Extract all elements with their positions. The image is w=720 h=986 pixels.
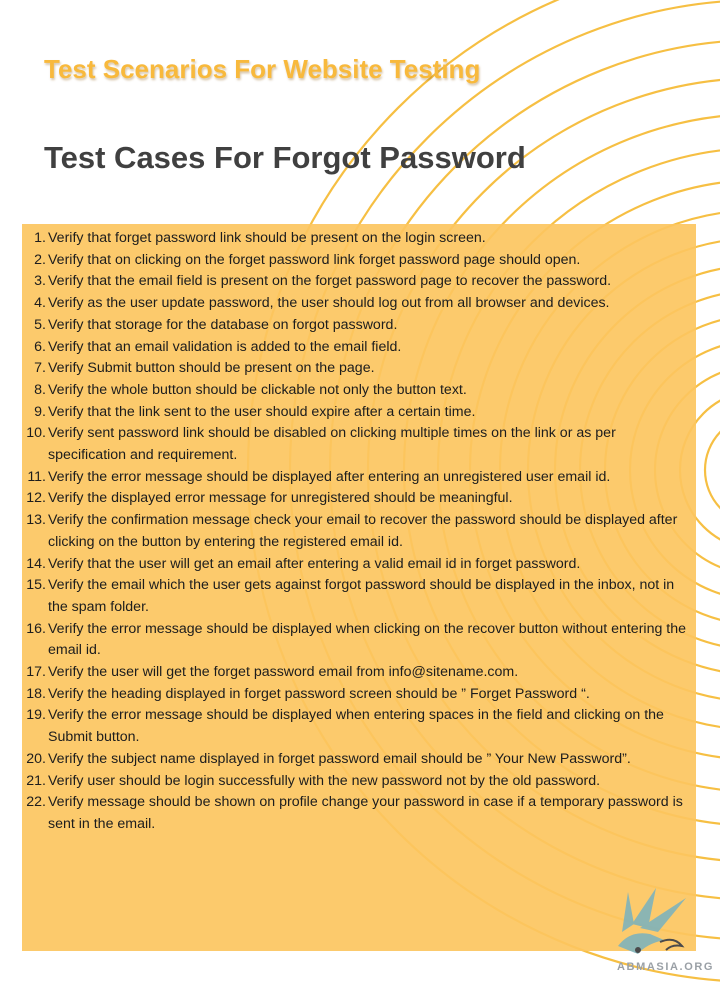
test-case-text: Verify that the email field is present o… (48, 273, 612, 290)
section-kicker: Test Scenarios For Website Testing (44, 54, 481, 84)
page-title: Test Cases For Forgot Password (44, 140, 526, 175)
test-case-item: 10. Verify sent password link should be d… (22, 423, 696, 466)
test-case-text: Verify that forget password link should … (48, 230, 486, 246)
test-case-item: 14. Verify that the user will get an emai… (22, 554, 696, 576)
test-case-item: 3. Verify that the email field is present… (22, 271, 696, 293)
test-case-text: Verify the email which the user gets aga… (48, 577, 675, 615)
test-case-text: Verify message should be shown on profil… (48, 794, 683, 832)
test-case-text: Verify as the user update password, the … (48, 295, 610, 312)
test-case-list: 1. Verify that forget password link shoul… (22, 228, 696, 836)
test-case-item: 17. Verify the user will get the forget p… (22, 662, 696, 684)
test-case-number: 12. (26, 490, 46, 507)
test-case-number: 3. (34, 273, 46, 290)
bird-logo-icon (618, 888, 686, 954)
test-case-item: 19. Verify the error message should be di… (22, 705, 696, 748)
test-case-number: 6. (34, 338, 46, 355)
test-case-item: 1. Verify that forget password link shoul… (22, 228, 696, 250)
test-case-number: 1. (34, 230, 46, 246)
test-case-number: 2. (34, 251, 46, 268)
test-case-number: 9. (34, 403, 46, 420)
test-case-item: 21. Verify user should be login successfu… (22, 771, 696, 793)
test-case-item: 8. Verify the whole button should be clic… (22, 380, 696, 402)
test-case-text: Verify the error message should be displ… (48, 620, 687, 659)
test-case-item: 2. Verify that on clicking on the forget … (22, 250, 696, 272)
test-case-number: 15. (26, 577, 46, 594)
test-case-number: 10. (26, 425, 46, 442)
test-case-number: 18. (26, 685, 46, 702)
test-case-text: Verify the user will get the forget pass… (48, 664, 519, 681)
test-case-text: Verify that the link sent to the user sh… (48, 403, 476, 420)
test-case-item: 18. Verify the heading displayed in forge… (22, 684, 696, 706)
test-case-number: 4. (34, 295, 46, 312)
test-case-text: Verify that on clicking on the forget pa… (48, 251, 581, 268)
test-case-item: 22. Verify message should be shown on pro… (22, 792, 696, 835)
test-case-number: 22. (26, 794, 46, 811)
test-case-item: 7. Verify Submit button should be present… (22, 358, 696, 380)
test-case-number: 20. (26, 750, 46, 767)
test-case-text: Verify that an email validation is added… (48, 338, 402, 355)
test-case-number: 13. (26, 512, 46, 529)
watermark-text: ABMASIA.ORG (617, 961, 715, 973)
test-case-text: Verify Submit button should be present o… (48, 360, 375, 377)
test-case-item: 6. Verify that an email validation is add… (22, 337, 696, 359)
test-case-number: 8. (34, 381, 46, 398)
test-case-text: Verify sent password link should be disa… (48, 425, 616, 464)
test-case-text: Verify the error message should be displ… (48, 468, 611, 485)
test-case-text: Verify the subject name displayed in for… (48, 750, 631, 767)
test-case-item: 20. Verify the subject name displayed in … (22, 749, 696, 771)
test-case-number: 17. (26, 664, 46, 681)
test-case-number: 7. (34, 360, 46, 377)
test-case-text: Verify that storage for the database on … (48, 316, 398, 333)
test-cases-panel: 1. Verify that forget password link shoul… (22, 224, 696, 951)
test-case-item: 11. Verify the error message should be di… (22, 467, 696, 489)
test-case-text: Verify the whole button should be clicka… (48, 381, 467, 398)
test-case-text: Verify the displayed error message for u… (48, 490, 513, 507)
test-case-item: 16. Verify the error message should be di… (22, 619, 696, 662)
test-case-item: 4. Verify as the user update password, th… (22, 293, 696, 315)
test-case-text: Verify the heading displayed in forget p… (48, 685, 590, 702)
test-case-number: 11. (27, 468, 46, 485)
test-case-text: Verify the confirmation message check yo… (48, 512, 678, 550)
test-case-number: 21. (26, 772, 46, 789)
test-case-text: Verify user should be login successfully… (48, 772, 601, 789)
test-case-text: Verify that the user will get an email a… (48, 555, 581, 572)
test-case-item: 9. Verify that the link sent to the user … (22, 402, 696, 424)
test-case-number: 16. (26, 620, 46, 637)
test-case-number: 19. (26, 707, 46, 724)
test-case-text: Verify the error message should be displ… (48, 707, 664, 746)
test-case-item: 13. Verify the confirmation message check… (22, 510, 696, 553)
test-case-item: 5. Verify that storage for the database o… (22, 315, 696, 337)
test-case-item: 12. Verify the displayed error message fo… (22, 488, 696, 510)
test-case-item: 15. Verify the email which the user gets … (22, 575, 696, 618)
test-case-number: 5. (34, 316, 46, 333)
test-case-number: 14. (26, 555, 46, 572)
